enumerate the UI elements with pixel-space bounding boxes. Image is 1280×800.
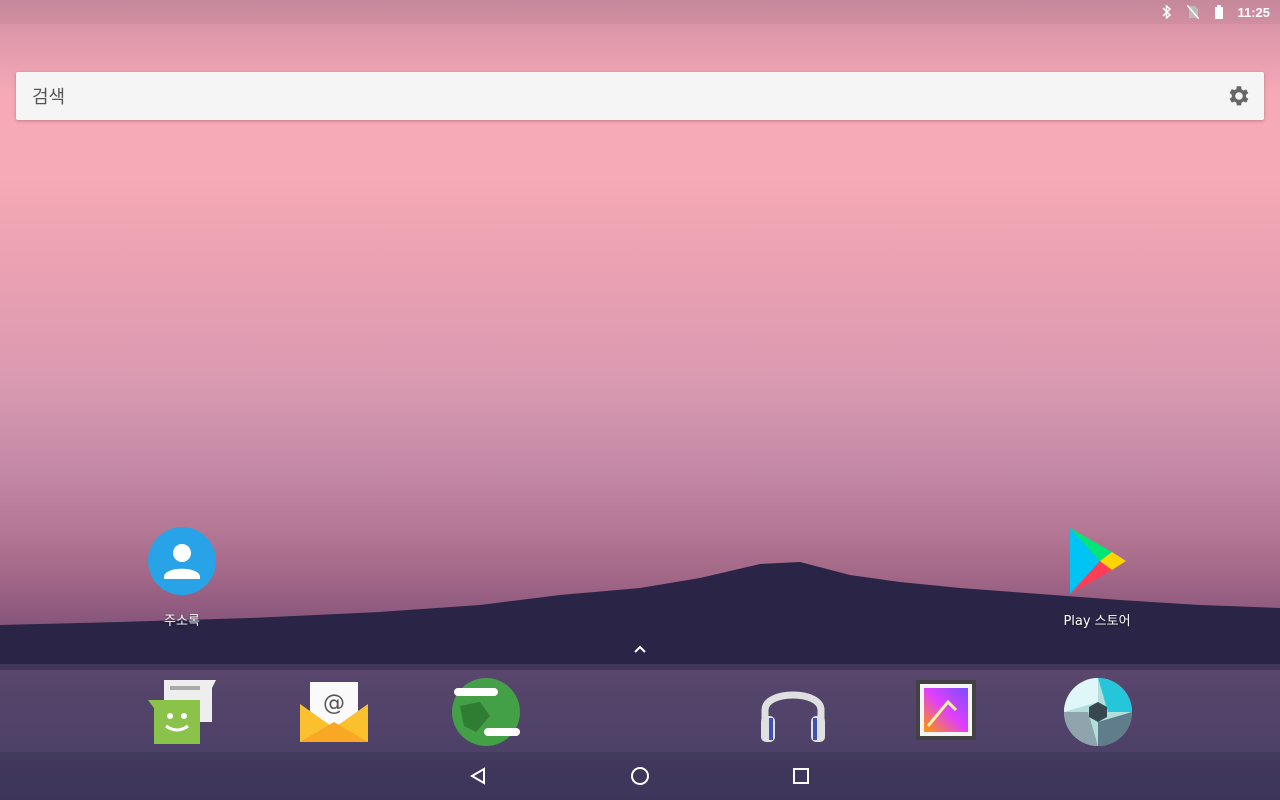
search-bar[interactable]: 검색 (16, 72, 1264, 120)
search-input[interactable]: 검색 (32, 83, 1224, 109)
battery-icon (1211, 4, 1227, 20)
contacts-label: 주소록 (164, 614, 200, 629)
play-store-icon (1062, 526, 1132, 600)
no-sim-icon (1185, 4, 1201, 20)
play-store-app[interactable]: Play 스토어 (1037, 526, 1157, 629)
svg-text:@: @ (323, 691, 345, 716)
clock: 11:25 (1237, 4, 1270, 20)
camera-icon[interactable] (1062, 676, 1134, 748)
contacts-app[interactable]: 주소록 (122, 526, 242, 629)
recents-icon[interactable] (781, 760, 821, 792)
music-icon[interactable] (757, 676, 829, 748)
messaging-icon[interactable] (146, 676, 218, 748)
play-store-label: Play 스토어 (1063, 614, 1131, 629)
gear-icon[interactable] (1224, 82, 1252, 110)
home-icon[interactable] (620, 760, 660, 792)
status-bar: 11:25 (0, 0, 1280, 24)
email-icon[interactable]: @ (298, 676, 370, 748)
maps-icon[interactable] (450, 676, 522, 748)
bluetooth-icon (1159, 4, 1175, 20)
contacts-icon (147, 526, 217, 600)
gallery-icon[interactable] (910, 676, 982, 748)
chevron-up-icon[interactable] (628, 640, 652, 658)
back-icon[interactable] (458, 760, 498, 792)
